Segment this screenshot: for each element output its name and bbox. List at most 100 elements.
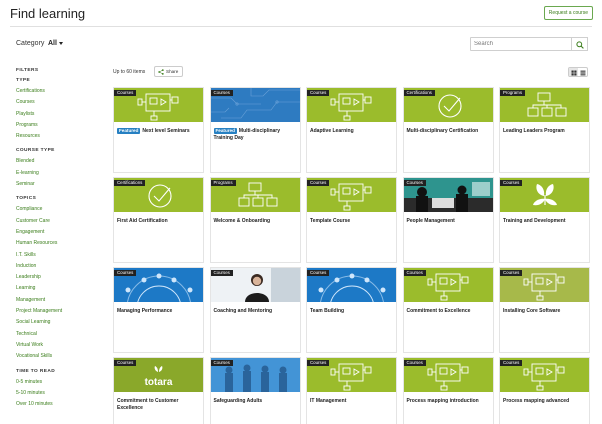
course-card-title: Commitment to Customer Excellence bbox=[117, 398, 200, 412]
filter-item[interactable]: Seminar bbox=[16, 181, 106, 192]
filter-item[interactable]: Management bbox=[16, 297, 106, 308]
course-card-title: Safeguarding Adults bbox=[214, 398, 297, 405]
course-card-title: Adaptive Learning bbox=[310, 128, 393, 135]
filter-item[interactable]: Engagement bbox=[16, 229, 106, 240]
type-badge: Certifications bbox=[403, 90, 435, 96]
course-card[interactable]: Courses Featured Multi-disciplinary Traini… bbox=[209, 87, 301, 173]
filter-item[interactable]: Virtual Work bbox=[16, 342, 106, 353]
grid-view-button[interactable] bbox=[569, 68, 578, 76]
course-card-title: Multi-disciplinary Certification bbox=[407, 128, 490, 135]
type-badge: Courses bbox=[210, 360, 233, 366]
filter-group-heading: COURSE TYPE bbox=[16, 148, 55, 154]
course-card-title: Team Building bbox=[310, 308, 393, 315]
filter-item[interactable]: Certifications bbox=[16, 88, 106, 99]
type-badge: Courses bbox=[114, 270, 137, 276]
course-title-text: Multi-disciplinary Certification bbox=[406, 128, 479, 134]
filter-item[interactable]: Learning bbox=[16, 285, 106, 296]
filter-item[interactable]: 0-5 minutes bbox=[16, 379, 106, 390]
course-title-text: Commitment to Customer Excellence bbox=[117, 398, 179, 411]
share-label: Share bbox=[166, 69, 179, 74]
course-title-text: Safeguarding Adults bbox=[213, 398, 263, 404]
header-divider bbox=[10, 26, 592, 27]
course-card[interactable]: Courses Coaching and Mentoring bbox=[209, 267, 301, 353]
filter-group-heading: TYPE bbox=[16, 78, 31, 83]
course-card[interactable]: Courses Process mapping advanced bbox=[499, 357, 590, 424]
course-card[interactable]: Programs Leading Leaders Program bbox=[499, 87, 590, 173]
grid-icon bbox=[571, 70, 577, 75]
type-badge: Courses bbox=[403, 360, 426, 366]
filter-item[interactable]: Technical bbox=[16, 331, 106, 342]
list-view-button[interactable] bbox=[578, 68, 587, 76]
filter-group-heading: TIME TO READ bbox=[16, 368, 56, 374]
search-input[interactable] bbox=[470, 37, 572, 51]
course-card[interactable]: totara Courses Commitment to Customer Exce… bbox=[113, 357, 204, 424]
filter-item[interactable]: Resources bbox=[16, 133, 106, 144]
course-card-title: People Management bbox=[407, 218, 490, 225]
filter-item[interactable]: Customer Care bbox=[16, 218, 106, 229]
course-card-title: Welcome & Onboarding bbox=[214, 218, 297, 225]
type-badge: Courses bbox=[307, 90, 330, 96]
course-card[interactable]: Courses Process mapping introduction bbox=[402, 357, 494, 424]
course-card-title: Featured Multi-disciplinary Training Day bbox=[213, 128, 297, 142]
filter-item[interactable]: I.T. Skills bbox=[16, 252, 106, 263]
course-card[interactable]: Courses Featured Next level Seminars bbox=[113, 87, 204, 173]
course-card-title: IT Management bbox=[310, 398, 393, 405]
course-card[interactable]: Courses Training and Development bbox=[499, 177, 590, 263]
course-card[interactable]: Courses IT Management bbox=[306, 357, 397, 424]
filter-item[interactable]: Over 10 minutes bbox=[16, 401, 106, 412]
course-card[interactable]: Courses Installing Core Software bbox=[499, 267, 590, 353]
search-button[interactable] bbox=[572, 37, 588, 51]
course-title-text: Coaching and Mentoring bbox=[213, 308, 273, 314]
view-toggle bbox=[568, 67, 588, 77]
type-badge: Courses bbox=[500, 180, 523, 186]
category-select[interactable]: All bbox=[48, 40, 57, 47]
course-card[interactable]: Courses Safeguarding Adults bbox=[209, 357, 301, 424]
filter-item[interactable]: Vocational Skills bbox=[16, 353, 106, 364]
filter-item[interactable]: Induction bbox=[16, 263, 106, 274]
filter-item[interactable]: Playlists bbox=[16, 111, 106, 122]
course-card[interactable]: Courses People Management bbox=[402, 177, 494, 263]
course-title-text: Commitment to Excellence bbox=[406, 308, 471, 314]
type-badge: Courses bbox=[307, 270, 330, 276]
type-badge: Courses bbox=[500, 360, 523, 366]
course-card[interactable]: Courses Managing Performance bbox=[113, 267, 204, 353]
category-label: Category bbox=[16, 40, 45, 47]
chevron-down-icon[interactable] bbox=[59, 42, 63, 45]
filter-item[interactable]: 5-10 minutes bbox=[16, 390, 106, 401]
course-card-title: Process mapping advanced bbox=[503, 398, 586, 405]
share-button[interactable]: Share bbox=[154, 66, 184, 77]
filter-item[interactable]: E-learning bbox=[16, 170, 106, 181]
course-card-title: Installing Core Software bbox=[503, 308, 586, 315]
search-icon bbox=[576, 41, 584, 49]
filter-item[interactable]: Social Learning bbox=[16, 319, 106, 330]
course-card[interactable]: Programs Welcome & Onboarding bbox=[209, 177, 301, 263]
course-title-text: Adaptive Learning bbox=[310, 128, 354, 134]
filters-heading: FILTERS bbox=[16, 68, 39, 73]
course-card[interactable]: Courses Adaptive Learning bbox=[306, 87, 397, 173]
type-badge: Courses bbox=[114, 90, 137, 96]
course-title-text: Process mapping introduction bbox=[406, 398, 479, 404]
course-card[interactable]: Certifications First Aid Certification bbox=[113, 177, 204, 263]
course-title-text: First Aid Certification bbox=[117, 218, 168, 224]
course-card[interactable]: Courses Template Course bbox=[306, 177, 397, 263]
filter-item[interactable]: Project Management bbox=[16, 308, 106, 319]
filter-item[interactable]: Compliance bbox=[16, 206, 106, 217]
filter-item[interactable]: Leadership bbox=[16, 274, 106, 285]
type-badge: Courses bbox=[114, 360, 137, 366]
course-card[interactable]: Courses Team Building bbox=[306, 267, 397, 353]
course-card[interactable]: Courses Commitment to Excellence bbox=[402, 267, 494, 353]
type-badge: Courses bbox=[210, 270, 233, 276]
filter-item[interactable]: Programs bbox=[16, 122, 106, 133]
filter-item[interactable]: Courses bbox=[16, 99, 106, 110]
course-card-title: Process mapping introduction bbox=[407, 398, 490, 405]
share-icon bbox=[158, 69, 164, 75]
course-title-text: Installing Core Software bbox=[503, 308, 561, 314]
type-badge: Courses bbox=[307, 360, 330, 366]
course-card[interactable]: Certifications Multi-disciplinary Certifi… bbox=[402, 87, 494, 173]
filter-item[interactable]: Human Resources bbox=[16, 240, 106, 251]
course-card-title: Commitment to Excellence bbox=[407, 308, 490, 315]
filter-item[interactable]: Blended bbox=[16, 158, 106, 169]
course-title-text: Training and Development bbox=[503, 218, 566, 224]
page-title: Find learning bbox=[10, 6, 86, 21]
request-course-button[interactable]: Request a course bbox=[543, 6, 593, 20]
